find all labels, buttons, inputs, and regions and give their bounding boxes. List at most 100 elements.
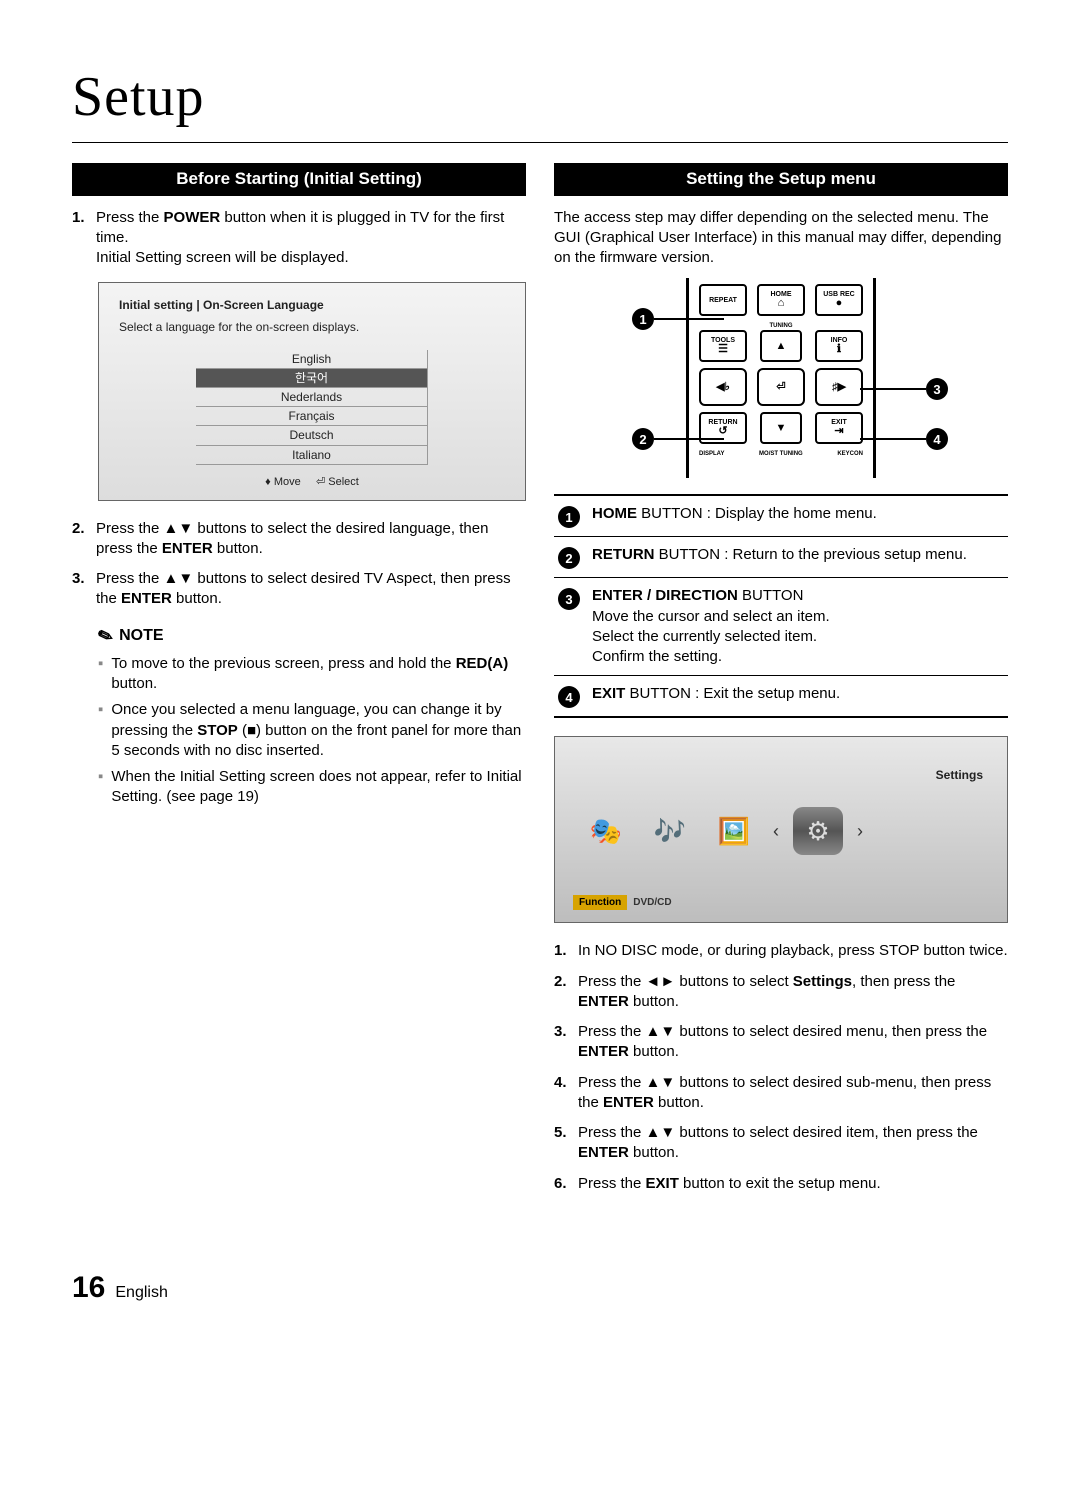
down-button: ▼ <box>760 412 802 444</box>
page-footer: 16 English <box>72 1268 1008 1309</box>
record-icon: ● <box>836 298 843 309</box>
chevron-left-icon: ‹ <box>773 819 779 843</box>
page-number: 16 <box>72 1268 105 1309</box>
callout-4: 4 <box>926 428 948 450</box>
callout-number: 4 <box>558 686 580 708</box>
callout-line <box>654 318 724 320</box>
step-body: Press the POWER button when it is plugge… <box>96 208 526 269</box>
enter-button: ⏎ <box>757 368 805 406</box>
tools-icon: ☰ <box>718 344 728 355</box>
info-button: INFOℹ <box>815 330 863 362</box>
step-body: Press the ▲▼ buttons to select desired i… <box>578 1123 1008 1164</box>
move-hint: ♦ Move <box>265 476 301 488</box>
home-icon: ⌂ <box>778 298 785 309</box>
select-hint: ⏎ Select <box>316 476 359 488</box>
step-body: Press the ▲▼ buttons to select desired s… <box>578 1073 1008 1114</box>
initial-steps-cont: 2. Press the ▲▼ buttons to select the de… <box>72 519 526 610</box>
step-body: Press the ▲▼ buttons to select desired T… <box>96 569 526 610</box>
chevron-right-icon: › <box>857 819 863 843</box>
page-title: Setup <box>72 60 1008 143</box>
callout-2: 2 <box>632 428 654 450</box>
remote-diagram: REPEAT HOME⌂ USB REC● TUNING TOOLS☰ ▲ IN… <box>554 278 1008 478</box>
note-heading: ✎ NOTE <box>98 624 526 648</box>
right-button: ♯▶ <box>815 368 863 406</box>
step-number: 6. <box>554 1174 578 1194</box>
left-button: ◀♭ <box>699 368 747 406</box>
pencil-icon: ✎ <box>94 622 116 650</box>
note-item: To move to the previous screen, press an… <box>98 654 526 695</box>
language-option: 한국어 <box>196 369 428 388</box>
home-button: HOME⌂ <box>757 284 805 316</box>
down-icon: ▼ <box>776 423 787 434</box>
language-option: Nederlands <box>196 388 428 407</box>
column-left: Before Starting (Initial Setting) 1. Pre… <box>72 163 526 1208</box>
step-body: Press the EXIT button to exit the setup … <box>578 1174 1008 1194</box>
remote-button-table: 1 HOME BUTTON : Display the home menu. 2RE… <box>554 494 1008 718</box>
language-option: English <box>196 350 428 369</box>
init-header-1: Initial setting | On-Screen Language <box>119 297 505 313</box>
table-row: 3 ENTER / DIRECTION BUTTONMove the cursor… <box>554 578 1008 676</box>
enter-icon: ⏎ <box>776 382 785 393</box>
note-label: NOTE <box>119 625 163 647</box>
settings-title: Settings <box>936 767 983 783</box>
step-body: In NO DISC mode, or during playback, pre… <box>578 941 1008 961</box>
table-row: 2RETURN BUTTON : Return to the previous … <box>554 537 1008 578</box>
table-cell: HOME BUTTON : Display the home menu. <box>592 504 877 524</box>
carousel-icon-selected: ⚙ <box>793 807 843 855</box>
tuning-label: TUNING <box>699 322 863 330</box>
step-number: 5. <box>554 1123 578 1164</box>
return-icon: ↺ <box>718 426 727 437</box>
function-tag: Function <box>573 895 627 911</box>
step-number: 3. <box>554 1022 578 1063</box>
info-icon: ℹ <box>837 344 841 355</box>
step-body: Press the ▲▼ buttons to select desired m… <box>578 1022 1008 1063</box>
step-number: 2. <box>72 519 96 560</box>
keycon-label: KEYCON <box>837 450 863 458</box>
table-cell: RETURN BUTTON : Return to the previous s… <box>592 545 967 565</box>
carousel-icon: 🎭 <box>581 807 631 855</box>
step-body: Press the ◄► buttons to select Settings,… <box>578 972 1008 1013</box>
table-row: 4 EXIT BUTTON : Exit the setup menu. <box>554 676 1008 716</box>
usb-rec-button: USB REC● <box>815 284 863 316</box>
callout-1: 1 <box>632 308 654 330</box>
callout-3: 3 <box>926 378 948 400</box>
up-icon: ▲ <box>776 341 787 352</box>
step-body: Press the ▲▼ buttons to select the desir… <box>96 519 526 560</box>
note-item: When the Initial Setting screen does not… <box>98 767 526 808</box>
up-button: ▲ <box>760 330 802 362</box>
function-value: DVD/CD <box>633 896 671 910</box>
callout-number: 3 <box>558 588 580 610</box>
carousel-icons: 🎭 🎶 🖼️ ‹ ⚙ › <box>581 807 863 855</box>
note-list: To move to the previous screen, press an… <box>72 654 526 808</box>
carousel-icon: 🎶 <box>645 807 695 855</box>
table-cell: EXIT BUTTON : Exit the setup menu. <box>592 684 840 704</box>
step-number: 1. <box>554 941 578 961</box>
mo-st-label: MO/ST TUNING <box>759 450 803 458</box>
function-bar: Function DVD/CD <box>573 895 672 911</box>
language-option: Deutsch <box>196 426 428 445</box>
settings-screenshot: Settings 🎭 🎶 🖼️ ‹ ⚙ › Function DVD/CD <box>554 736 1008 923</box>
initial-setting-screenshot: Initial setting | On-Screen Language Sel… <box>98 282 526 500</box>
right-icon: ♯▶ <box>832 382 846 393</box>
language-option: Français <box>196 407 428 426</box>
callout-line <box>654 438 724 440</box>
language-list: English한국어NederlandsFrançaisDeutschItali… <box>196 350 428 465</box>
callout-number: 1 <box>558 506 580 528</box>
heading-before-starting: Before Starting (Initial Setting) <box>72 163 526 196</box>
language-option: Italiano <box>196 446 428 465</box>
initial-steps: 1. Press the POWER button when it is plu… <box>72 208 526 269</box>
table-row: 1 HOME BUTTON : Display the home menu. <box>554 496 1008 537</box>
callout-line <box>860 388 926 390</box>
init-header-2: Select a language for the on-screen disp… <box>119 319 505 335</box>
step-text: Press the POWER button when it is plugge… <box>96 209 504 246</box>
table-cell: ENTER / DIRECTION BUTTONMove the cursor … <box>592 586 830 667</box>
tools-button: TOOLS☰ <box>699 330 747 362</box>
page-language: English <box>115 1282 167 1304</box>
step-number: 3. <box>72 569 96 610</box>
step-number: 2. <box>554 972 578 1013</box>
display-label: DISPLAY <box>699 450 724 458</box>
step-number: 4. <box>554 1073 578 1114</box>
intro-text: The access step may differ depending on … <box>554 208 1008 269</box>
setup-steps: 1.In NO DISC mode, or during playback, p… <box>554 941 1008 1194</box>
carousel-icon: 🖼️ <box>709 807 759 855</box>
